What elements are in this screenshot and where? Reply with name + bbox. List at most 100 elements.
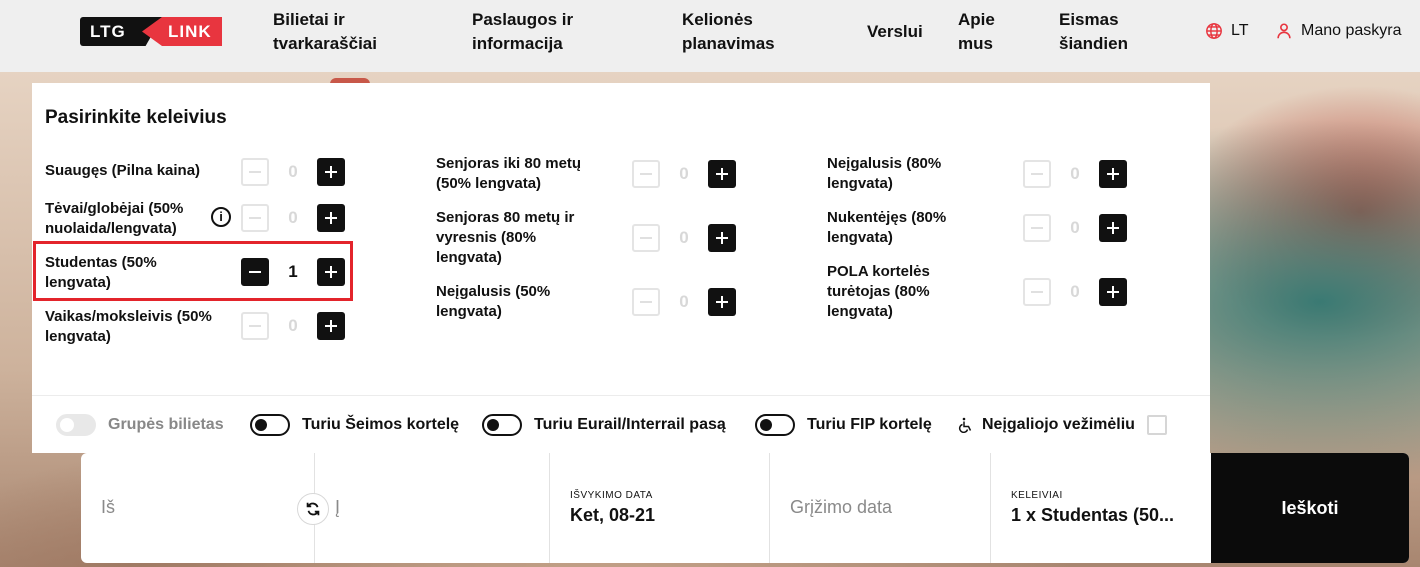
passengers-value: 1 x Studentas (50...: [1011, 505, 1175, 525]
victim-stepper: 0: [1023, 214, 1127, 242]
minus-icon: [249, 325, 261, 327]
decrement-button[interactable]: [632, 288, 660, 316]
globe-icon: [1206, 23, 1222, 39]
site-header: LTG LINK Bilietai ir tvarkaraščiai Pasla…: [0, 0, 1420, 72]
family-card-option: Turiu Šeimos kortelę: [250, 411, 459, 439]
account-link[interactable]: Mano paskyra: [1275, 20, 1402, 42]
passenger-count: 0: [1070, 218, 1080, 237]
passengers-field[interactable]: KELEIVIAI 1 x Studentas (50...: [991, 453, 1211, 563]
minus-icon: [1031, 173, 1043, 175]
wheelchair-checkbox[interactable]: [1146, 415, 1167, 435]
panel-divider: [32, 395, 1210, 396]
child-stepper: 0: [241, 312, 345, 340]
eurail-option: Turiu Eurail/Interrail pasą: [482, 411, 726, 439]
search-bar: Iš Į IŠVYKIMO DATA Ket, 08-21 Grįžimo da…: [81, 453, 1409, 563]
decrement-button[interactable]: [632, 160, 660, 188]
increment-button[interactable]: [708, 160, 736, 188]
passenger-selector-panel: Pasirinkite keleivius Suaugęs (Pilna kai…: [32, 83, 1210, 453]
eurail-toggle[interactable]: [482, 414, 522, 436]
passengers-label: KELEIVIAI: [1011, 490, 1063, 501]
passenger-count: 0: [288, 316, 298, 335]
nav-line: Paslaugos ir: [472, 10, 574, 29]
increment-button[interactable]: [708, 224, 736, 252]
nav-services-info[interactable]: Paslaugos ir informacija: [472, 8, 573, 56]
nav-line: mus: [958, 34, 993, 53]
nav-line: Eismas: [1059, 10, 1119, 29]
nav-business[interactable]: Verslui: [867, 20, 923, 44]
group-ticket-label: Grupės bilietas: [108, 416, 224, 433]
passenger-type-label: Nukentėjęs (80% lengvata): [827, 209, 947, 246]
nav-about[interactable]: Apie mus: [958, 8, 995, 56]
nav-line: Apie: [958, 10, 995, 29]
panel-title: Pasirinkite keleivius: [45, 107, 227, 128]
nav-line: planavimas: [682, 34, 775, 53]
decrement-button[interactable]: [1023, 214, 1051, 242]
nav-line: tvarkaraščiai: [273, 34, 377, 53]
passenger-count: 0: [288, 208, 298, 227]
senior-80-stepper: 0: [632, 224, 736, 252]
fip-toggle[interactable]: [755, 414, 795, 436]
plus-icon: [325, 166, 337, 178]
language-label: LT: [1231, 22, 1249, 39]
group-ticket-option: Grupės bilietas: [56, 411, 224, 439]
decrement-button[interactable]: [1023, 160, 1051, 188]
passenger-count: 0: [679, 164, 689, 183]
parent-stepper: 0: [241, 204, 345, 232]
language-switcher[interactable]: LT: [1205, 20, 1248, 42]
wheelchair-option: Neįgaliojo vežimėliu: [958, 411, 1167, 439]
increment-button[interactable]: [1099, 160, 1127, 188]
family-card-toggle[interactable]: [250, 414, 290, 436]
passenger-count: 1: [288, 262, 298, 281]
increment-button[interactable]: [1099, 278, 1127, 306]
group-ticket-toggle[interactable]: [56, 414, 96, 436]
departure-value: Ket, 08-21: [570, 505, 656, 525]
minus-icon: [1031, 227, 1043, 229]
passenger-type-label: POLA kortelės turėtojas (80% lengvata): [827, 263, 930, 320]
wheelchair-label: Neįgaliojo vežimėliu: [982, 416, 1135, 433]
ltg-link-logo[interactable]: LTG LINK: [80, 17, 222, 46]
student-stepper: 1: [241, 258, 345, 286]
departure-date-field[interactable]: IŠVYKIMO DATA Ket, 08-21: [550, 453, 770, 563]
fip-label: Turiu FIP kortelę: [807, 416, 932, 433]
info-icon[interactable]: i: [211, 207, 231, 227]
nav-line: šiandien: [1059, 34, 1128, 53]
minus-icon: [640, 301, 652, 303]
return-date-field[interactable]: Grįžimo data: [770, 453, 991, 563]
decrement-button[interactable]: [1023, 278, 1051, 306]
decrement-button[interactable]: [241, 204, 269, 232]
nav-trip-planning[interactable]: Kelionės planavimas: [682, 8, 775, 56]
from-field[interactable]: Iš: [81, 453, 315, 563]
departure-label: IŠVYKIMO DATA: [570, 490, 653, 501]
from-placeholder: Iš: [101, 497, 116, 517]
increment-button[interactable]: [1099, 214, 1127, 242]
decrement-button[interactable]: [241, 158, 269, 186]
plus-icon: [1107, 222, 1119, 234]
to-field[interactable]: Į: [315, 453, 550, 563]
search-button[interactable]: Ieškoti: [1211, 453, 1409, 563]
nav-tickets-schedules[interactable]: Bilietai ir tvarkaraščiai: [273, 8, 377, 56]
disabled-80-stepper: 0: [1023, 160, 1127, 188]
passenger-count: 0: [1070, 282, 1080, 301]
eurail-label: Turiu Eurail/Interrail pasą: [534, 416, 726, 433]
increment-button[interactable]: [708, 288, 736, 316]
increment-button[interactable]: [317, 204, 345, 232]
minus-icon: [640, 237, 652, 239]
increment-button[interactable]: [317, 158, 345, 186]
decrement-button[interactable]: [632, 224, 660, 252]
passenger-type-label: Senjoras 80 metų ir vyresnis (80% lengva…: [436, 209, 575, 266]
disabled-50-stepper: 0: [632, 288, 736, 316]
minus-icon: [1031, 291, 1043, 293]
plus-icon: [325, 320, 337, 332]
increment-button[interactable]: [317, 312, 345, 340]
increment-button[interactable]: [317, 258, 345, 286]
plus-icon: [1107, 168, 1119, 180]
family-card-label: Turiu Šeimos kortelę: [302, 416, 460, 433]
plus-icon: [325, 212, 337, 224]
passenger-type-label: Tėvai/globėjai (50% nuolaida/lengvata): [45, 200, 184, 237]
decrement-button[interactable]: [241, 312, 269, 340]
passenger-type-label: Neįgalusis (80% lengvata): [827, 155, 942, 192]
nav-line: Bilietai ir: [273, 10, 345, 29]
decrement-button[interactable]: [241, 258, 269, 286]
senior-stepper: 0: [632, 160, 736, 188]
nav-traffic-today[interactable]: Eismas šiandien: [1059, 8, 1128, 56]
